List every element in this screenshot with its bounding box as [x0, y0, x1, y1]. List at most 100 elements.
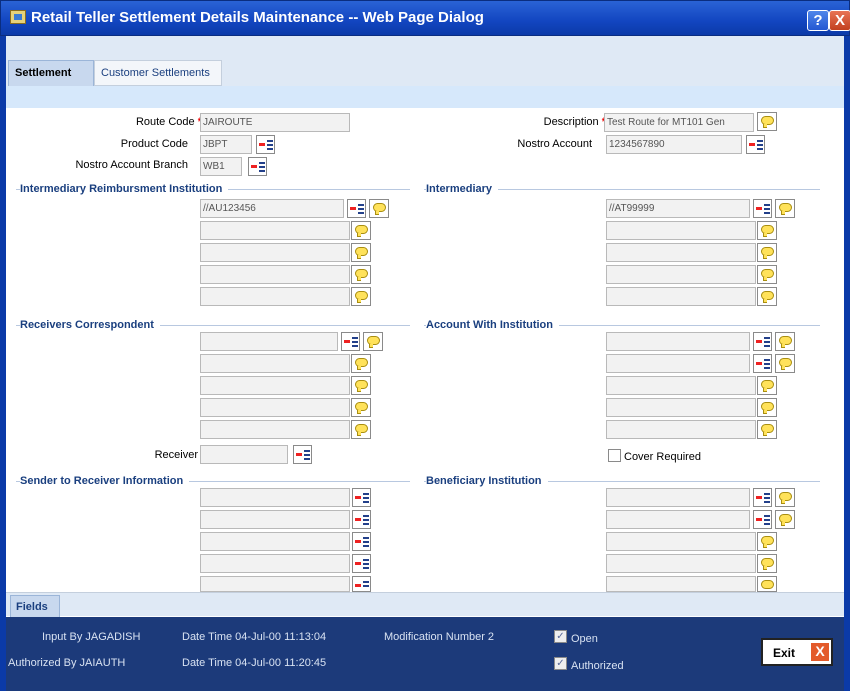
- beneficiary-line-3-note-icon[interactable]: [757, 532, 777, 551]
- awi-line-2-note-icon[interactable]: [775, 354, 795, 373]
- route-code-input[interactable]: JAIROUTE: [200, 113, 350, 132]
- s2r-line-2-input[interactable]: [200, 510, 350, 529]
- s2r-line-3-input[interactable]: [200, 532, 350, 551]
- rc-line-2-input[interactable]: [200, 354, 350, 373]
- s2r-line-2-lov-icon[interactable]: [352, 510, 371, 529]
- close-icon: X: [811, 643, 829, 661]
- receiver-lov-icon[interactable]: [293, 445, 312, 464]
- rc-lov-icon[interactable]: [341, 332, 360, 351]
- irf-line-5-note-icon[interactable]: [351, 287, 371, 306]
- s2r-line-3-lov-icon[interactable]: [352, 532, 371, 551]
- intermediary-line-4-input[interactable]: [606, 265, 756, 284]
- intermediary-line-2-note-icon[interactable]: [757, 221, 777, 240]
- product-code-lov-icon[interactable]: [256, 135, 275, 154]
- product-code-input[interactable]: JBPT: [200, 135, 252, 154]
- irf-line-3-input[interactable]: [200, 243, 350, 262]
- description-note-icon[interactable]: [757, 112, 777, 131]
- tab-customer-settlements[interactable]: Customer Settlements: [94, 60, 222, 86]
- irf-line-4-note-icon[interactable]: [351, 265, 371, 284]
- intermediary-line-3-note-icon[interactable]: [757, 243, 777, 262]
- auth-date-text: Date Time 04-Jul-00 11:20:45: [182, 657, 327, 669]
- beneficiary-note-icon[interactable]: [775, 488, 795, 507]
- rc-line-5-note-icon[interactable]: [351, 420, 371, 439]
- irf-line-1-input[interactable]: //AU123456: [200, 199, 344, 218]
- description-label: Description *: [543, 116, 606, 128]
- cover-required-label: Cover Required: [624, 451, 702, 463]
- exit-button[interactable]: Exit X: [761, 638, 833, 666]
- awi-lov-icon[interactable]: [753, 332, 772, 351]
- rc-note-icon[interactable]: [363, 332, 383, 351]
- rc-line-3-input[interactable]: [200, 376, 350, 395]
- section-title-irf: Intermediary Reimbursment Institution: [20, 183, 229, 195]
- exit-button-label: Exit: [773, 646, 796, 660]
- beneficiary-line-4-input[interactable]: [606, 554, 756, 573]
- intermediary-line-5-note-icon[interactable]: [757, 287, 777, 306]
- s2r-line-4-input[interactable]: [200, 554, 350, 573]
- beneficiary-line-2-input[interactable]: [606, 510, 750, 529]
- intermediary-lov-icon[interactable]: [753, 199, 772, 218]
- s2r-line-1-input[interactable]: [200, 488, 350, 507]
- intermediary-line-3-input[interactable]: [606, 243, 756, 262]
- awi-line-2-input[interactable]: [606, 354, 750, 373]
- awi-line-4-note-icon[interactable]: [757, 398, 777, 417]
- intermediary-note-icon[interactable]: [775, 199, 795, 218]
- rc-line-2-note-icon[interactable]: [351, 354, 371, 373]
- s2r-line-5-input[interactable]: [200, 576, 350, 592]
- intermediary-line-2-input[interactable]: [606, 221, 756, 240]
- authorized-checkbox: ✓: [554, 657, 567, 670]
- beneficiary-line-5-input[interactable]: [606, 576, 756, 592]
- irf-note-icon[interactable]: [369, 199, 389, 218]
- rc-line-4-input[interactable]: [200, 398, 350, 417]
- help-button[interactable]: ?: [807, 10, 829, 31]
- close-button[interactable]: X: [829, 10, 850, 31]
- awi-line-1-input[interactable]: [606, 332, 750, 351]
- intermediary-line-5-input[interactable]: [606, 287, 756, 306]
- irf-line-2-note-icon[interactable]: [351, 221, 371, 240]
- s2r-line-5-lov-icon[interactable]: [352, 576, 371, 592]
- irf-line-3-note-icon[interactable]: [351, 243, 371, 262]
- beneficiary-line-1-input[interactable]: [606, 488, 750, 507]
- awi-line-3-note-icon[interactable]: [757, 376, 777, 395]
- beneficiary-line-2-note-icon[interactable]: [775, 510, 795, 529]
- s2r-line-4-lov-icon[interactable]: [352, 554, 371, 573]
- awi-line-5-input[interactable]: [606, 420, 756, 439]
- beneficiary-lov-icon[interactable]: [753, 488, 772, 507]
- cover-required-checkbox[interactable]: [608, 449, 621, 462]
- rc-line-5-input[interactable]: [200, 420, 350, 439]
- section-title-receivers-correspondent: Receivers Correspondent: [20, 319, 160, 331]
- nostro-branch-input[interactable]: WB1: [200, 157, 242, 176]
- beneficiary-line-2-lov-icon[interactable]: [753, 510, 772, 529]
- rc-line-4-note-icon[interactable]: [351, 398, 371, 417]
- awi-line-4-input[interactable]: [606, 398, 756, 417]
- beneficiary-line-3-input[interactable]: [606, 532, 756, 551]
- tab-settlement[interactable]: Settlement: [8, 60, 94, 86]
- receiver-input[interactable]: [200, 445, 288, 464]
- nostro-account-lov-icon[interactable]: [746, 135, 765, 154]
- window-icon: [10, 10, 26, 24]
- intermediary-line-1-input[interactable]: //AT99999: [606, 199, 750, 218]
- awi-note-icon[interactable]: [775, 332, 795, 351]
- irf-line-2-input[interactable]: [200, 221, 350, 240]
- rc-line-1-input[interactable]: [200, 332, 338, 351]
- beneficiary-line-4-note-icon[interactable]: [757, 554, 777, 573]
- rc-line-3-note-icon[interactable]: [351, 376, 371, 395]
- window-title-bar: Retail Teller Settlement Details Mainten…: [0, 0, 850, 36]
- modification-number-text: Modification Number 2: [384, 631, 495, 643]
- intermediary-line-4-note-icon[interactable]: [757, 265, 777, 284]
- nostro-branch-lov-icon[interactable]: [248, 157, 267, 176]
- authorized-by-text: Authorized By JAIAUTH: [8, 657, 126, 669]
- product-code-label: Product Code: [120, 138, 188, 150]
- s2r-line-1-lov-icon[interactable]: [352, 488, 371, 507]
- description-input[interactable]: Test Route for MT101 Gen: [604, 113, 754, 132]
- dialog-content: Settlement Customer Settlements Route Co…: [6, 36, 844, 691]
- awi-line-5-note-icon[interactable]: [757, 420, 777, 439]
- beneficiary-line-5-note-icon[interactable]: [757, 576, 777, 592]
- irf-line-4-input[interactable]: [200, 265, 350, 284]
- irf-line-5-input[interactable]: [200, 287, 350, 306]
- nostro-branch-label: Nostro Account Branch: [75, 159, 188, 171]
- tab-fields[interactable]: Fields: [10, 595, 60, 617]
- nostro-account-input[interactable]: 1234567890: [606, 135, 742, 154]
- awi-line-3-input[interactable]: [606, 376, 756, 395]
- irf-lov-icon[interactable]: [347, 199, 366, 218]
- awi-line-2-lov-icon[interactable]: [753, 354, 772, 373]
